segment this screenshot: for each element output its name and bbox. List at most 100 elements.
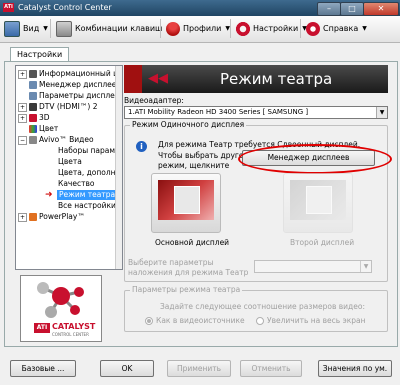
tree-scrollbar[interactable] [115,66,122,269]
info-center-icon [29,70,37,78]
photo-frame-icon [306,186,332,214]
size-instruction: Задайте следующее соотношение размеров в… [160,302,365,311]
overlay-params-label: Выберите параметры [128,258,214,267]
expand-icon[interactable]: + [18,69,27,79]
basic-view-button[interactable]: Базовые ... [10,360,76,377]
theater-params-group-title: Параметры режима театра [130,285,243,294]
primary-display-icon[interactable] [151,173,221,233]
view-label: Вид [23,24,40,33]
tree-item-theater-mode[interactable]: Режим театра [57,190,118,200]
tree-item-quality[interactable]: Качество [58,179,94,189]
radio-as-source[interactable]: Как в видеоисточнике [145,316,245,325]
gear-icon [236,21,250,36]
radio-fullscreen[interactable]: Увеличить на весь экран [256,316,366,325]
settings-tree[interactable]: + Информационный це Менеджер дисплеев Пар… [15,65,123,270]
adapter-value: 1.ATI Mobility Radeon HD 3400 Series [ S… [128,108,309,116]
close-button[interactable]: ✕ [363,2,399,16]
tree-item-dtv-hdmi[interactable]: + DTV (HDMI™) 2 [18,102,97,112]
toolbar-separator [230,19,231,38]
view-menu-button[interactable]: Вид ▼ [4,19,48,38]
avivo-video-icon [29,136,37,144]
help-label: Справка [323,24,359,33]
toolbar: Вид ▼ Комбинации клавиш ▼ Профили ▼ Наст… [0,16,400,43]
photo-frame-icon [174,186,200,214]
tree-item-display-options[interactable]: Параметры дисплея [29,91,119,101]
primary-display-label: Основной дисплей [155,238,230,247]
expand-icon[interactable]: + [18,113,27,123]
help-menu-button[interactable]: Справка ▼ [306,19,367,38]
highlight-ellipse [238,144,392,174]
powerplay-icon [29,213,37,221]
keyboard-icon [56,20,72,37]
chevron-down-icon[interactable]: ▼ [376,107,387,118]
chevron-down-icon[interactable]: ▼ [360,261,371,272]
ati-app-icon: ATI [3,3,14,12]
tree-item-colors-extra[interactable]: Цвета, дополните [58,168,122,178]
maximize-button[interactable]: □ [340,2,364,16]
page-header-banner: ◀◀ Режим театра [124,65,388,93]
tree-item-info-center[interactable]: + Информационный це [18,69,123,79]
ati-logo-mark: ATI [34,323,50,333]
adapter-select[interactable]: 1.ATI Mobility Radeon HD 3400 Series [ S… [124,106,388,119]
help-icon [306,21,320,36]
tree-item-label: Avivo™ Видео [39,135,94,144]
info-icon: i [136,141,147,152]
title-bar: ATI Catalyst Control Center – □ ✕ [0,0,400,16]
radio-button[interactable] [256,317,264,325]
single-display-group-title: Режим Одиночного дисплея [130,120,247,129]
overlay-select[interactable]: ▼ [254,260,372,273]
tv-icon [29,103,37,111]
tree-item-label: PowerPlay™ [39,212,85,221]
display-manager-icon [29,81,37,89]
radio-button-selected[interactable] [145,317,153,325]
apply-button[interactable]: Применить [167,360,231,377]
tab-graphics-settings[interactable]: Настройки графики [10,47,70,73]
profile-person-icon [166,21,180,36]
tree-item-avivo-video[interactable]: − Avivo™ Видео [18,135,94,145]
minimize-button[interactable]: – [317,2,341,16]
chevron-down-icon: ▼ [43,25,48,32]
ok-button[interactable]: OK [100,360,154,377]
banner-accent-stripe [124,65,142,93]
tree-item-label: Цвет [39,124,59,133]
tree-item-3d[interactable]: +3D [18,113,50,123]
tree-item-display-manager[interactable]: Менеджер дисплеев [29,80,121,90]
view-icon [4,20,20,37]
ati-catalyst-logo: ATI CATALYST CONTROL CENTER [20,275,102,342]
catalyst-wordmark: CATALYST [52,322,96,331]
tree-item-label: 3D [39,113,50,122]
tree-item-all-settings[interactable]: Все настройки [58,201,116,211]
settings-menu-button[interactable]: Настройки ▼ [236,19,307,38]
page-title: Режим театра [220,70,333,88]
window-title: Catalyst Control Center [18,3,112,12]
settings-label: Настройки [253,24,299,33]
3d-cube-icon [29,114,37,122]
collapse-icon[interactable]: − [18,135,27,145]
chevron-down-icon: ▼ [362,25,367,32]
selection-arrow-icon: ➜ [45,190,53,200]
overlay-params-label-line2: наложения для режима Театр [128,268,249,277]
radio-fullscreen-label: Увеличить на весь экран [267,316,366,325]
hotkeys-label: Комбинации клавиш [75,24,163,33]
expand-icon[interactable]: + [18,212,27,222]
control-center-wordmark: CONTROL CENTER [52,332,89,337]
tree-item-presets[interactable]: Наборы параметр [58,146,122,156]
expand-icon[interactable]: + [18,102,27,112]
tree-item-color[interactable]: Цвет [29,124,58,134]
tree-item-label: Параметры дисплея [39,91,120,100]
theater-film-icon: ◀◀ [148,71,168,86]
tree-item-label: Информационный це [39,69,123,78]
toolbar-separator [160,19,161,38]
display-options-icon [29,92,37,100]
secondary-display-label: Второй дисплей [290,238,355,247]
defaults-button[interactable]: Значения по ум. [318,360,392,377]
hotkeys-menu-button[interactable]: Комбинации клавиш ▼ [56,19,171,38]
profiles-menu-button[interactable]: Профили ▼ [166,19,230,38]
tree-item-label: Менеджер дисплеев [39,80,121,89]
toolbar-separator [300,19,301,38]
tree-item-colors[interactable]: Цвета [58,157,82,167]
info-message-line2: Чтобы выбрать другой [158,151,249,160]
toolbar-separator [50,19,51,38]
cancel-button[interactable]: Отменить [240,360,302,377]
tree-item-powerplay[interactable]: + PowerPlay™ [18,212,85,222]
